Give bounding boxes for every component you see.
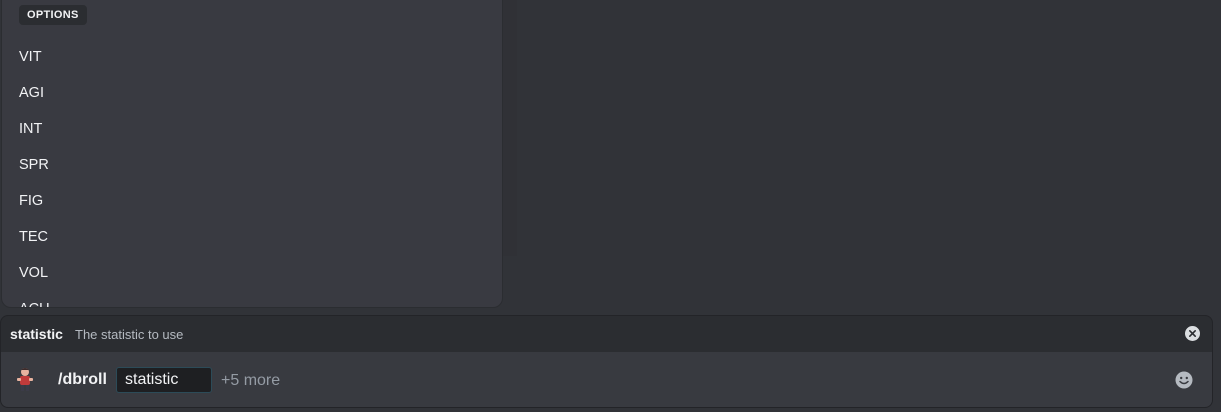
option-tec[interactable]: TEC (2, 219, 502, 255)
parameter-hint-bar: statistic The statistic to use (0, 315, 1213, 352)
option-agi[interactable]: AGI (2, 75, 502, 111)
options-header: OPTIONS (19, 5, 87, 25)
smiley-icon[interactable] (1175, 371, 1193, 389)
option-vol[interactable]: VOL (2, 255, 502, 291)
command-name: /dbroll (58, 371, 107, 388)
close-circle-icon[interactable] (1185, 326, 1200, 341)
option-acu[interactable]: ACU (2, 291, 502, 307)
message-input-bar[interactable]: /dbroll statistic +5 more (0, 352, 1213, 408)
hint-param-name: statistic (10, 326, 63, 342)
option-list: VIT AGI INT SPR FIG TEC VOL ACU (2, 39, 502, 307)
bot-avatar-icon (17, 368, 33, 391)
popup-scrollbar-track (503, 0, 517, 256)
close-x-glyph (1188, 329, 1197, 338)
statistic-param-input[interactable]: statistic (116, 367, 212, 393)
chat-stage: OPTIONS VIT AGI INT SPR FIG TEC VOL ACU … (0, 0, 1221, 412)
options-popup: OPTIONS VIT AGI INT SPR FIG TEC VOL ACU (1, 0, 503, 308)
option-vit[interactable]: VIT (2, 39, 502, 75)
option-int[interactable]: INT (2, 111, 502, 147)
option-spr[interactable]: SPR (2, 147, 502, 183)
option-fig[interactable]: FIG (2, 183, 502, 219)
hint-param-description: The statistic to use (75, 327, 184, 342)
more-params-label[interactable]: +5 more (221, 372, 280, 390)
